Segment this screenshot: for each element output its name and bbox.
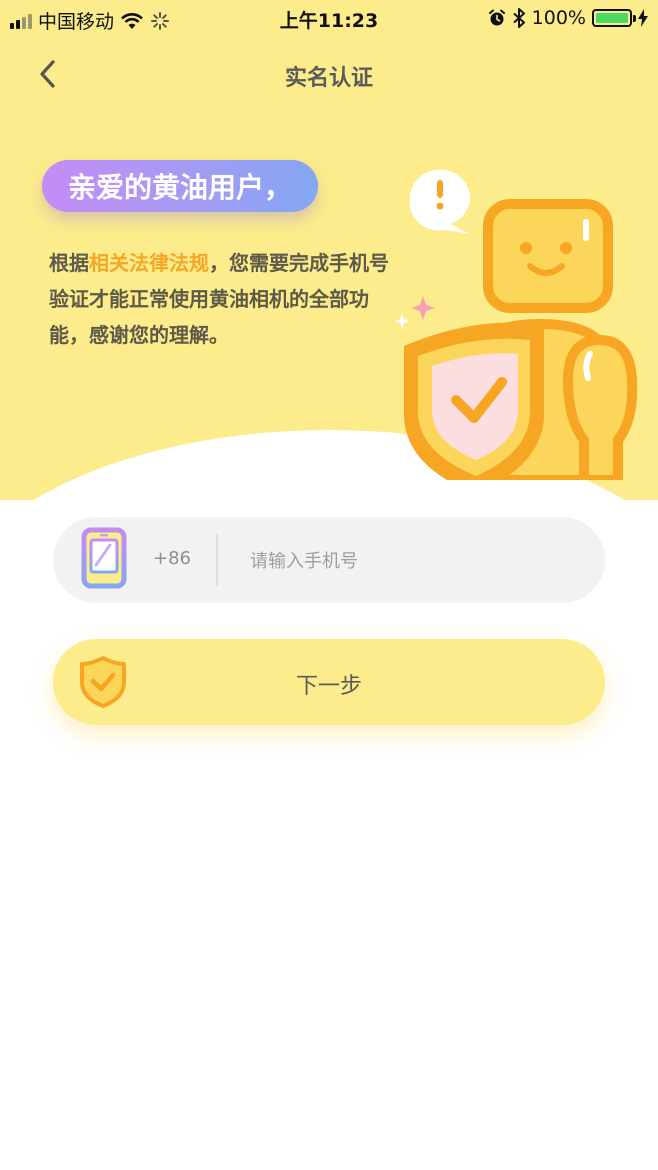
status-bar: 中国移动 上午11:23 100% [0, 0, 658, 36]
phone-input[interactable] [248, 539, 582, 583]
sparkle-icon [411, 296, 435, 320]
exclamation-bubble-icon [409, 169, 470, 234]
greeting-badge: 亲爱的黄油用户， [42, 160, 319, 212]
status-right-group: 100% [488, 7, 648, 29]
battery-percent: 100% [531, 7, 586, 29]
mobile-phone-icon [81, 527, 127, 589]
alarm-clock-icon [488, 9, 505, 26]
intro-text: 根据相关法律法规，您需要完成手机号验证才能正常使用黄油相机的全部功能，感谢您的理… [49, 245, 394, 353]
navigation-bar: 实名认证 [0, 50, 658, 98]
country-code[interactable]: +86 [153, 548, 191, 569]
bluetooth-icon [513, 8, 525, 28]
intro-prefix: 根据 [49, 251, 89, 275]
sparkle-small-icon [395, 314, 409, 328]
battery-level-fill [596, 13, 628, 23]
next-step-label: 下一步 [295, 674, 362, 699]
robot-shield-illustration [395, 169, 638, 480]
phone-number-field: +86 [53, 517, 605, 603]
field-divider [216, 534, 218, 586]
charging-bolt-icon [638, 9, 648, 27]
page-title: 实名认证 [284, 66, 373, 91]
battery-icon [592, 9, 636, 27]
next-step-button[interactable]: 下一步 [53, 639, 605, 725]
law-link-text: 相关法律法规 [89, 251, 209, 275]
